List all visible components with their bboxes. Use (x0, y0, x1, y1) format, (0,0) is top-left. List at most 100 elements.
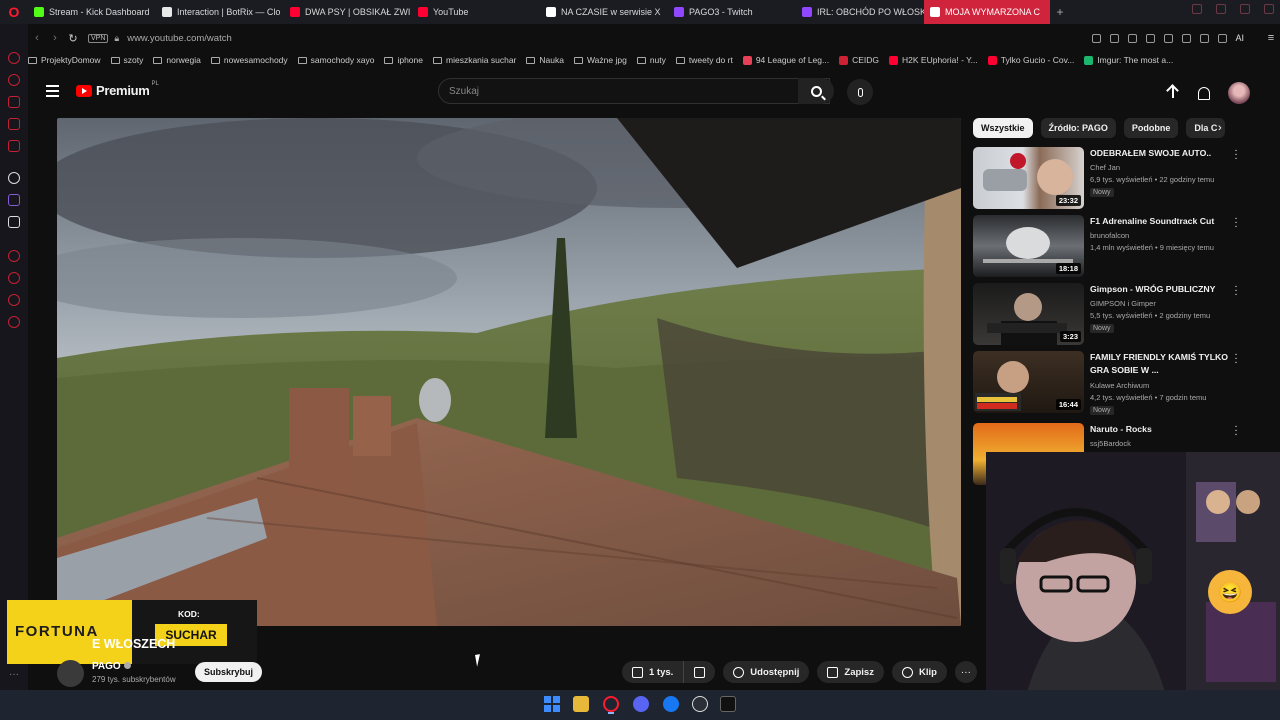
video-thumbnail[interactable]: 23:32 (973, 147, 1084, 209)
settings-gear-icon[interactable] (8, 316, 20, 328)
chatgpt-icon[interactable] (8, 172, 20, 184)
recommendation-channel[interactable]: GIMPSON i Gimper (1090, 299, 1156, 308)
bookmark-item[interactable]: ProjektyDomow (28, 55, 101, 65)
bookmark-item[interactable]: CEIDG (839, 55, 879, 65)
tab-kick-dashboard[interactable]: Stream - Kick Dashboard (28, 0, 156, 24)
voice-search-button[interactable] (847, 79, 873, 105)
video-thumbnail[interactable]: 16:44 (973, 351, 1084, 413)
recommendation-title[interactable]: ODEBRAŁEM SWOJE AUTO.. (1090, 147, 1230, 160)
windows-start-icon[interactable] (544, 696, 560, 712)
notifications-bell-icon[interactable] (1198, 86, 1210, 100)
tab-dwa-psy[interactable]: DWA PSY | OBSIKAŁ ZWI (284, 0, 412, 24)
file-explorer-icon[interactable] (573, 696, 589, 712)
sidebar-more-icon[interactable]: ··· (9, 669, 19, 680)
adblock-icon[interactable] (1128, 33, 1138, 43)
vertical-more-icon[interactable]: · · · (1231, 422, 1241, 440)
bookmark-item[interactable]: nuty (636, 55, 666, 65)
recommendation-title[interactable]: F1 Adrenaline Soundtrack Cut (1090, 215, 1230, 228)
url-field[interactable]: www.youtube.com/watch (127, 33, 1092, 44)
discord-icon[interactable] (633, 696, 649, 712)
channel-name[interactable]: PAGO (92, 661, 131, 672)
chip-all[interactable]: Wszystkie (973, 118, 1033, 138)
new-tab-button[interactable]: + (1050, 5, 1070, 19)
menu-icon[interactable]: ≡ (1262, 32, 1280, 44)
snapshot-icon[interactable] (1110, 33, 1120, 43)
terminal-icon[interactable] (720, 696, 736, 712)
upload-icon[interactable] (1166, 85, 1180, 101)
vertical-more-icon[interactable]: · · · (1231, 214, 1241, 232)
mail-icon[interactable] (8, 118, 20, 130)
bookmark-item[interactable]: tweety do rt (675, 55, 733, 65)
recommendation-item[interactable]: 16:44 FAMILY FRIENDLY KAMIŚ TYLKO GRA SO… (973, 350, 1253, 415)
bookmark-item[interactable]: Tylko Gucio - Cov... (987, 55, 1074, 65)
video-thumbnail[interactable]: 18:18 (973, 215, 1084, 277)
extensions-icon[interactable] (8, 294, 20, 306)
download-icon[interactable] (1218, 33, 1228, 43)
gmail-icon[interactable] (8, 140, 20, 152)
account-avatar[interactable] (1228, 82, 1250, 104)
extension-icon[interactable] (1182, 33, 1192, 43)
recommendation-channel[interactable]: ssj5Bardock (1090, 439, 1131, 448)
lock-icon[interactable]: 🔒︎ (114, 33, 119, 44)
bookmark-item[interactable]: iphone (384, 55, 423, 65)
forward-icon[interactable]: › (46, 32, 64, 44)
youtube-premium-logo[interactable]: Premium PL (76, 81, 159, 98)
bookmark-item[interactable]: samochody xayo (297, 55, 374, 65)
tab-x-trending[interactable]: NA CZASIE w serwisie X (540, 0, 668, 24)
x-sidebar-icon[interactable] (8, 216, 20, 228)
share-button[interactable]: Udostępnij (723, 661, 810, 683)
recommendation-title[interactable]: Naruto - Rocks (1090, 423, 1230, 436)
vertical-more-icon[interactable]: · · · (1231, 146, 1241, 164)
bookmark-item[interactable]: Nauka (526, 55, 564, 65)
chip-related[interactable]: Podobne (1123, 118, 1179, 138)
save-button[interactable]: Zapisz (817, 661, 884, 683)
tab-twitch-pago3[interactable]: PAGO3 - Twitch (668, 0, 796, 24)
video-player[interactable] (57, 118, 961, 626)
search-button[interactable] (798, 78, 834, 104)
bookmark-item[interactable]: 94 League of Leg... (742, 55, 829, 65)
heart-icon[interactable] (1164, 33, 1174, 43)
chevron-right-icon[interactable]: › (1218, 122, 1222, 134)
bookmark-item[interactable]: nowesamochody (210, 55, 288, 65)
close-icon[interactable] (1264, 4, 1274, 14)
dislike-button[interactable] (684, 661, 716, 683)
tab-botrix[interactable]: Interaction | BotRix — Clo (156, 0, 284, 24)
bookmark-item[interactable]: norwegia (153, 55, 201, 65)
search-input[interactable]: Szukaj (438, 78, 830, 104)
channel-avatar[interactable] (57, 660, 84, 687)
messenger-icon[interactable] (8, 52, 20, 64)
minimize-icon[interactable] (1216, 4, 1226, 14)
bookmark-item[interactable]: Ważne jpg (573, 55, 627, 65)
video-thumbnail[interactable]: 3:23 (973, 283, 1084, 345)
tab-irl-obchod[interactable]: IRL: OBCHÓD PO WŁOSK (796, 0, 924, 24)
recommendation-item[interactable]: 3:23 Gimpson - WRÓG PUBLICZNY GIMPSON i … (973, 282, 1253, 345)
reload-icon[interactable]: ↻ (64, 32, 82, 45)
recommendation-channel[interactable]: brunofalcon (1090, 231, 1129, 240)
recommendation-channel[interactable]: Kulawe Archiwum (1090, 381, 1149, 390)
pinboard-icon[interactable] (8, 250, 20, 262)
more-actions-button[interactable]: ··· (954, 661, 977, 683)
hamburger-menu-icon[interactable] (46, 85, 59, 100)
messenger-taskbar-icon[interactable] (663, 696, 679, 712)
bookmark-icon[interactable] (1092, 33, 1102, 43)
chip-source[interactable]: Źródło: PAGO (1040, 118, 1116, 138)
subscribe-button[interactable]: Subskrybuj (195, 662, 262, 682)
back-icon[interactable]: ‹ (28, 32, 46, 44)
ai-button[interactable]: AI (1235, 33, 1244, 43)
maximize-icon[interactable] (1240, 4, 1250, 14)
bookmark-item[interactable]: mieszkania suchar (433, 55, 516, 65)
search-tabs-icon[interactable] (1192, 4, 1202, 14)
recommendation-channel[interactable]: Chef Jan (1090, 163, 1120, 172)
vpn-badge[interactable]: VPN (88, 33, 109, 43)
tab-active-moja-wymarzona[interactable]: MOJA WYMARZONA C (924, 0, 1050, 24)
recommendation-title[interactable]: FAMILY FRIENDLY KAMIŚ TYLKO GRA SOBIE W … (1090, 351, 1230, 377)
bookmark-item[interactable]: H2K EUphoria! - Y... (889, 55, 978, 65)
history-icon[interactable] (8, 74, 20, 86)
opera-logo-icon[interactable]: O (0, 0, 28, 24)
tab-youtube[interactable]: YouTube (412, 0, 540, 24)
recommendation-item[interactable]: 23:32 ODEBRAŁEM SWOJE AUTO.. Chef Jan 6,… (973, 146, 1253, 209)
opera-taskbar-icon[interactable] (603, 696, 619, 714)
clip-button[interactable]: Klip (891, 661, 947, 683)
account-icon[interactable] (1200, 33, 1210, 43)
vertical-more-icon[interactable]: · · · (1231, 350, 1241, 368)
